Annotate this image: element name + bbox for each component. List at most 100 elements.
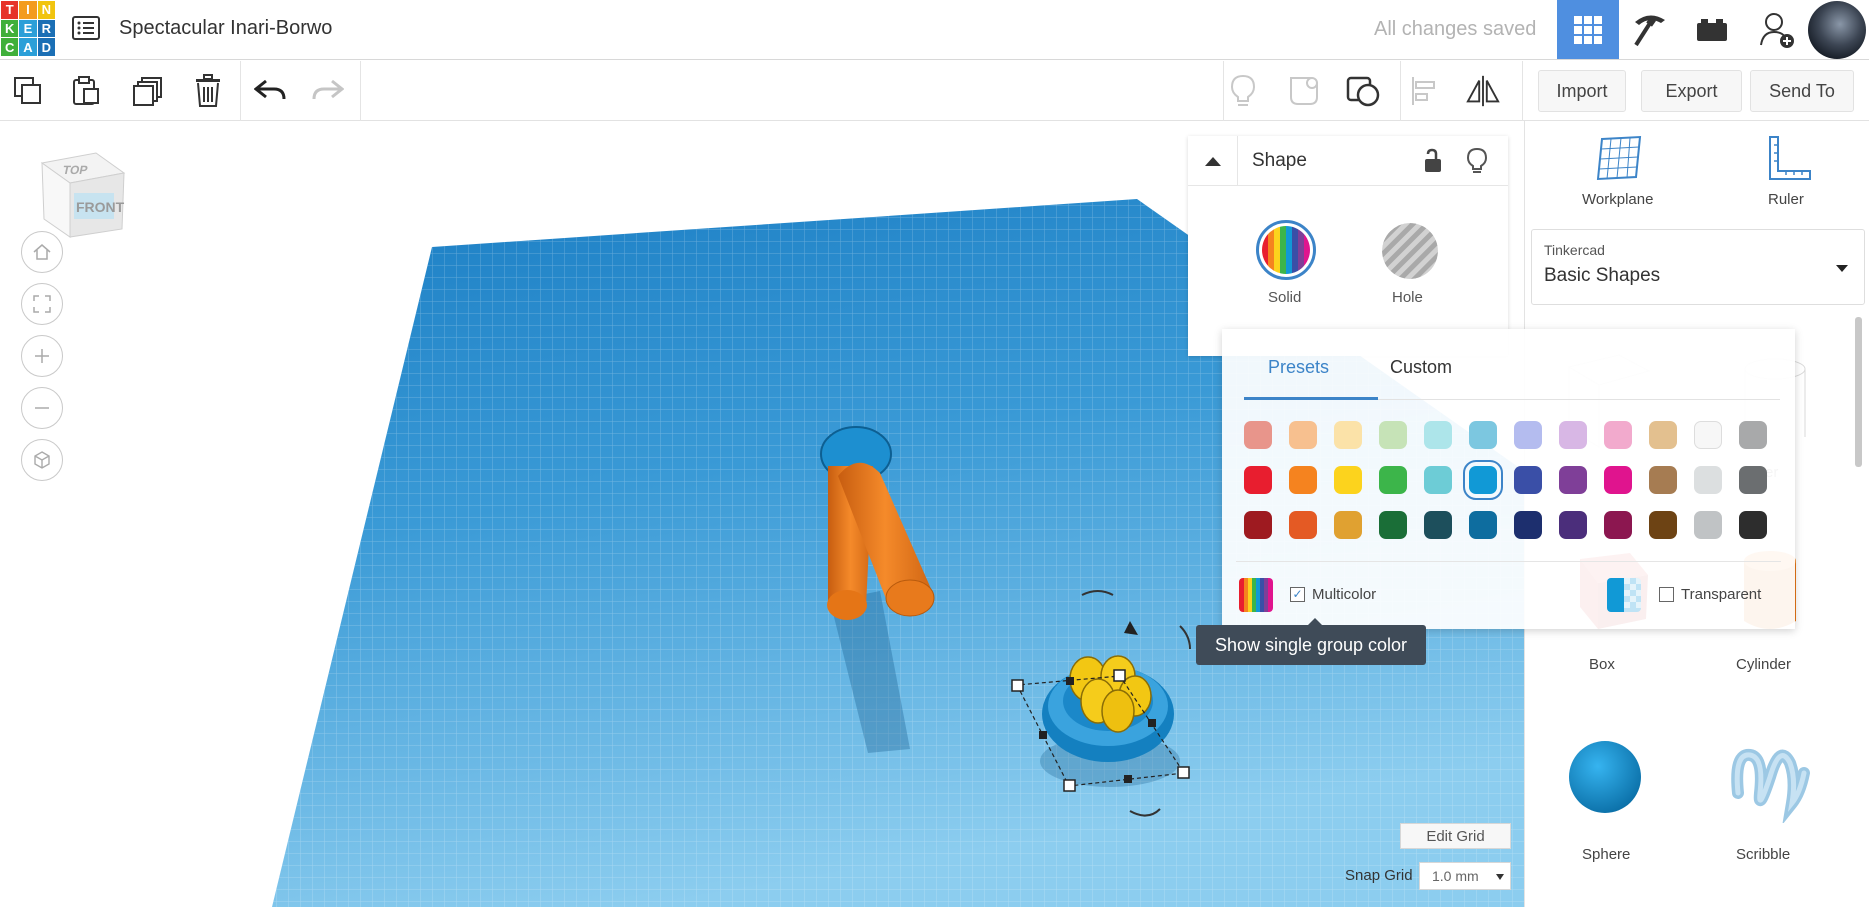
color-swatch[interactable] — [1559, 466, 1587, 494]
shape-library-select[interactable]: Tinkercad Basic Shapes — [1531, 229, 1865, 305]
add-user-button[interactable] — [1746, 0, 1808, 59]
color-swatch[interactable] — [1244, 511, 1272, 539]
minus-icon — [35, 407, 49, 409]
color-swatch[interactable] — [1424, 466, 1452, 494]
color-swatch[interactable] — [1289, 466, 1317, 494]
transparent-swatch[interactable] — [1607, 578, 1641, 612]
color-swatch[interactable] — [1514, 421, 1542, 449]
align-button[interactable] — [1407, 73, 1443, 109]
list-icon[interactable] — [72, 16, 100, 40]
pickaxe-button[interactable] — [1619, 0, 1681, 59]
lock-button[interactable] — [1422, 148, 1444, 179]
color-swatch[interactable] — [1469, 421, 1497, 449]
color-swatch[interactable] — [1739, 511, 1767, 539]
color-swatch[interactable] — [1514, 511, 1542, 539]
color-swatch[interactable] — [1334, 511, 1362, 539]
color-swatch[interactable] — [1289, 421, 1317, 449]
color-swatch[interactable] — [1649, 466, 1677, 494]
multicolor-checkbox[interactable]: ✓ — [1290, 587, 1305, 602]
snap-grid-value: 1.0 mm — [1432, 868, 1479, 884]
project-title[interactable]: Spectacular Inari-Borwo — [119, 17, 332, 40]
color-swatch[interactable] — [1649, 421, 1677, 449]
tab-custom[interactable]: Custom — [1390, 357, 1452, 378]
chevron-down-icon — [1836, 265, 1848, 272]
fit-view-button[interactable] — [21, 283, 63, 325]
transparent-checkbox[interactable] — [1659, 587, 1674, 602]
color-swatch[interactable] — [1604, 511, 1632, 539]
solid-button[interactable] — [1256, 220, 1316, 280]
delete-button[interactable] — [190, 73, 226, 109]
color-swatch[interactable] — [1379, 466, 1407, 494]
color-swatch[interactable] — [1694, 466, 1722, 494]
show-all-button[interactable] — [1225, 73, 1261, 109]
color-swatch[interactable] — [1244, 466, 1272, 494]
tinkercad-logo[interactable]: TINKERCAD — [0, 0, 56, 57]
grid-view-icon — [1574, 15, 1602, 44]
export-button[interactable]: Export — [1641, 70, 1742, 112]
color-swatch[interactable] — [1649, 511, 1677, 539]
group-button[interactable] — [1345, 73, 1381, 109]
zoom-out-button[interactable] — [21, 387, 63, 429]
ruler-button[interactable]: Ruler — [1750, 135, 1830, 215]
hole-button[interactable] — [1382, 223, 1438, 279]
color-swatch[interactable] — [1463, 460, 1503, 500]
collapse-button[interactable] — [1188, 136, 1238, 186]
shape-item-scribble[interactable]: Scribble — [1705, 731, 1835, 871]
tooltip: Show single group color — [1196, 618, 1426, 665]
home-icon — [33, 244, 51, 260]
duplicate-button[interactable] — [130, 73, 166, 109]
perspective-button[interactable] — [21, 439, 63, 481]
import-button[interactable]: Import — [1538, 70, 1626, 112]
color-swatch[interactable] — [1559, 421, 1587, 449]
viewcube-top-label: TOP — [61, 163, 89, 177]
color-swatch[interactable] — [1739, 421, 1767, 449]
color-swatch[interactable] — [1424, 421, 1452, 449]
paste-button[interactable] — [68, 73, 104, 109]
color-swatch[interactable] — [1334, 466, 1362, 494]
bricks-button[interactable] — [1681, 0, 1743, 59]
color-swatch[interactable] — [1424, 511, 1452, 539]
send-to-button[interactable]: Send To — [1750, 70, 1854, 112]
mirror-icon — [1466, 75, 1500, 107]
color-swatch[interactable] — [1469, 511, 1497, 539]
note-button[interactable] — [1286, 73, 1322, 109]
viewcube-front-label: FRONT — [76, 199, 125, 215]
zoom-in-button[interactable] — [21, 335, 63, 377]
workplane-icon — [1596, 135, 1642, 181]
color-swatch[interactable] — [1244, 421, 1272, 449]
snap-grid-select[interactable]: 1.0 mm — [1419, 862, 1511, 890]
sidebar-scrollbar[interactable] — [1855, 317, 1862, 467]
copy-button[interactable] — [10, 73, 46, 109]
mirror-button[interactable] — [1465, 73, 1501, 109]
home-view-button[interactable] — [21, 231, 63, 273]
library-name: Basic Shapes — [1544, 265, 1661, 286]
tab-presets[interactable]: Presets — [1268, 357, 1329, 378]
multicolor-swatch[interactable] — [1239, 578, 1273, 612]
undo-icon — [254, 79, 286, 100]
color-swatch[interactable] — [1604, 421, 1632, 449]
edit-grid-button[interactable]: Edit Grid — [1400, 823, 1511, 849]
rainbow-swatch-icon — [1239, 578, 1273, 612]
color-swatch[interactable] — [1334, 421, 1362, 449]
logo-letter: N — [37, 1, 55, 19]
workplane-button[interactable]: Workplane — [1569, 135, 1669, 215]
scribble-label: Scribble — [1736, 846, 1791, 863]
color-swatch[interactable] — [1379, 421, 1407, 449]
grid-view-button[interactable] — [1557, 0, 1619, 59]
color-swatch[interactable] — [1739, 466, 1767, 494]
redo-button[interactable] — [310, 73, 346, 109]
color-swatch[interactable] — [1559, 511, 1587, 539]
avatar[interactable] — [1808, 1, 1866, 59]
undo-button[interactable] — [252, 73, 288, 109]
color-swatch[interactable] — [1514, 466, 1542, 494]
shape-item-sphere[interactable]: Sphere — [1545, 731, 1665, 871]
color-swatch[interactable] — [1379, 511, 1407, 539]
color-swatch[interactable] — [1289, 511, 1317, 539]
toolbar-divider — [1522, 61, 1523, 121]
color-swatch[interactable] — [1694, 421, 1722, 449]
multicolor-label: Multicolor — [1312, 586, 1377, 603]
color-swatch[interactable] — [1694, 511, 1722, 539]
color-swatch[interactable] — [1604, 466, 1632, 494]
hide-button[interactable] — [1466, 147, 1488, 180]
toolbar-divider — [1223, 61, 1224, 121]
